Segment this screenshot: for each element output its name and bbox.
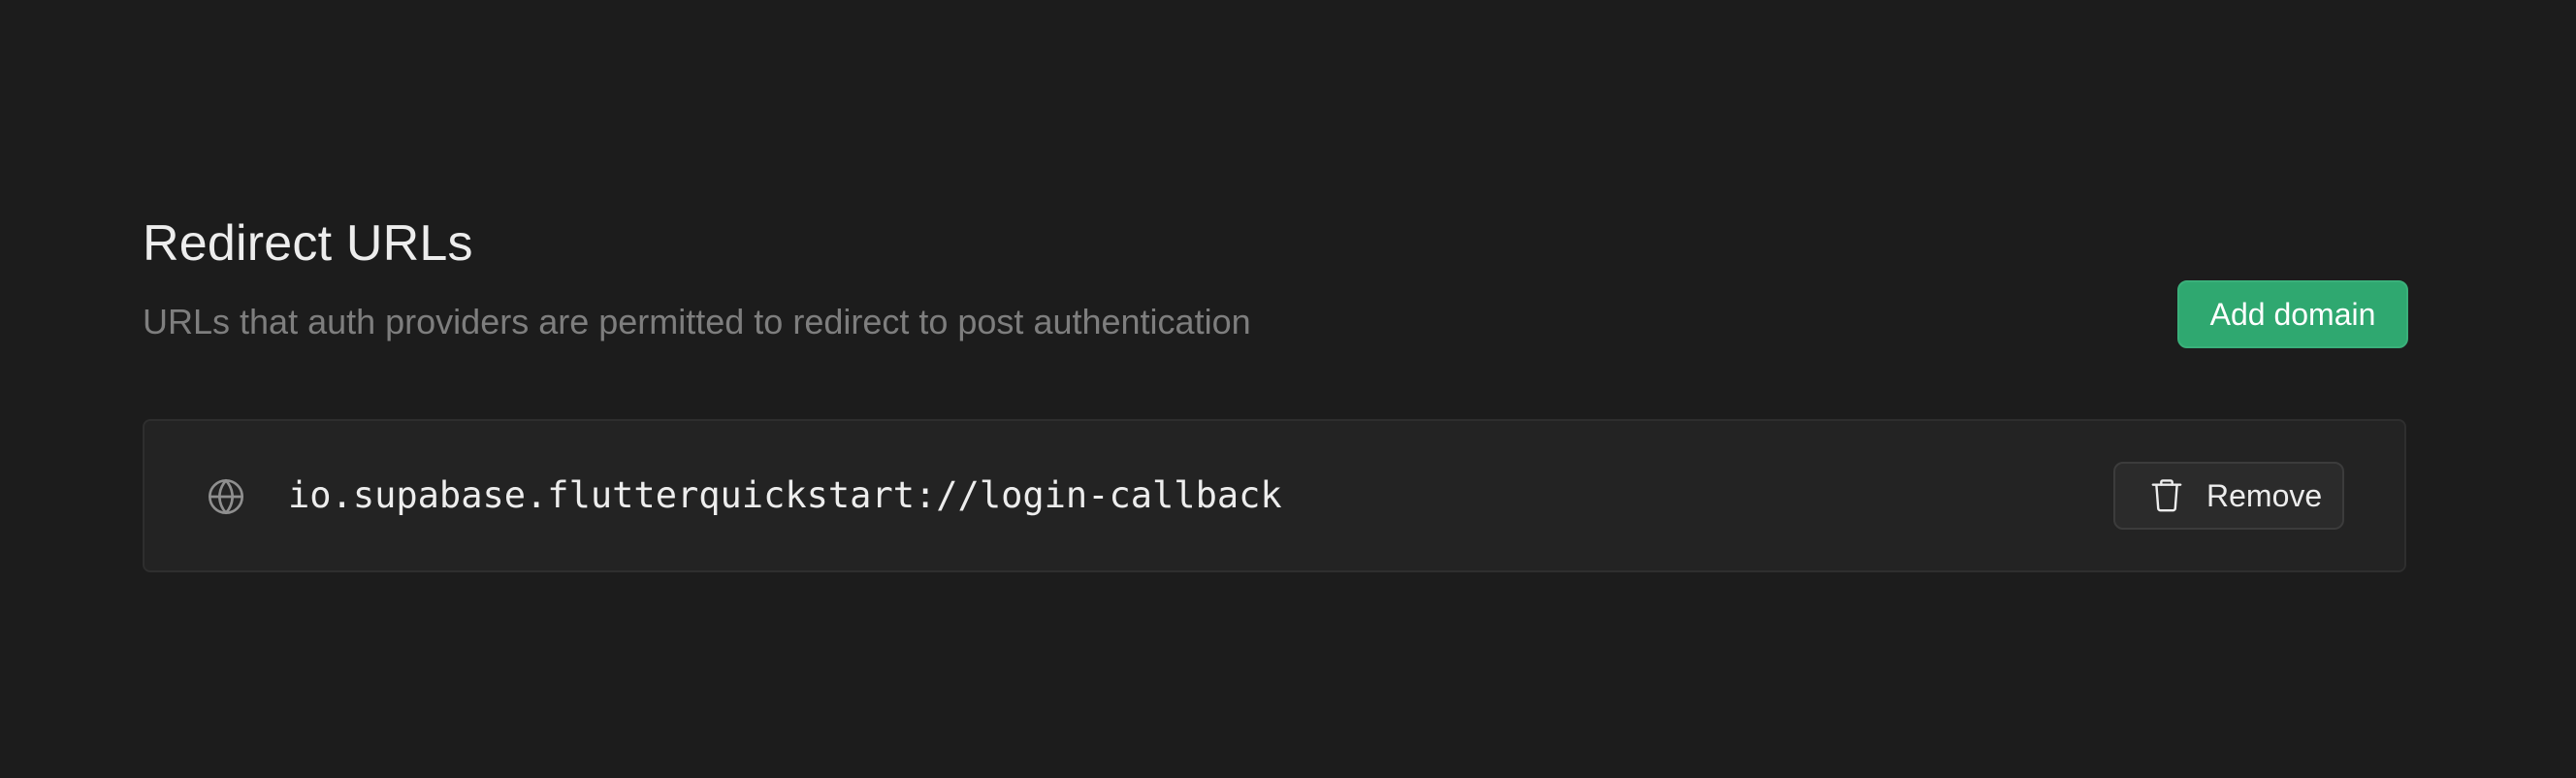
section-title: Redirect URLs [143, 215, 473, 272]
globe-icon [207, 477, 245, 516]
redirect-urls-page: Redirect URLs URLs that auth providers a… [0, 0, 2576, 778]
section-header: Redirect URLs URLs that auth providers a… [143, 211, 1442, 345]
add-domain-button[interactable]: Add domain [2177, 280, 2408, 348]
remove-button-label: Remove [2206, 477, 2323, 513]
section-description: URLs that auth providers are permitted t… [143, 302, 1251, 341]
remove-url-button[interactable]: Remove [2113, 462, 2344, 530]
trash-icon [2150, 477, 2183, 514]
list-item: io.supabase.flutterquickstart://login-ca… [145, 421, 2404, 570]
redirect-url-list: io.supabase.flutterquickstart://login-ca… [143, 419, 2406, 572]
redirect-url-value: io.supabase.flutterquickstart://login-ca… [288, 474, 1282, 516]
